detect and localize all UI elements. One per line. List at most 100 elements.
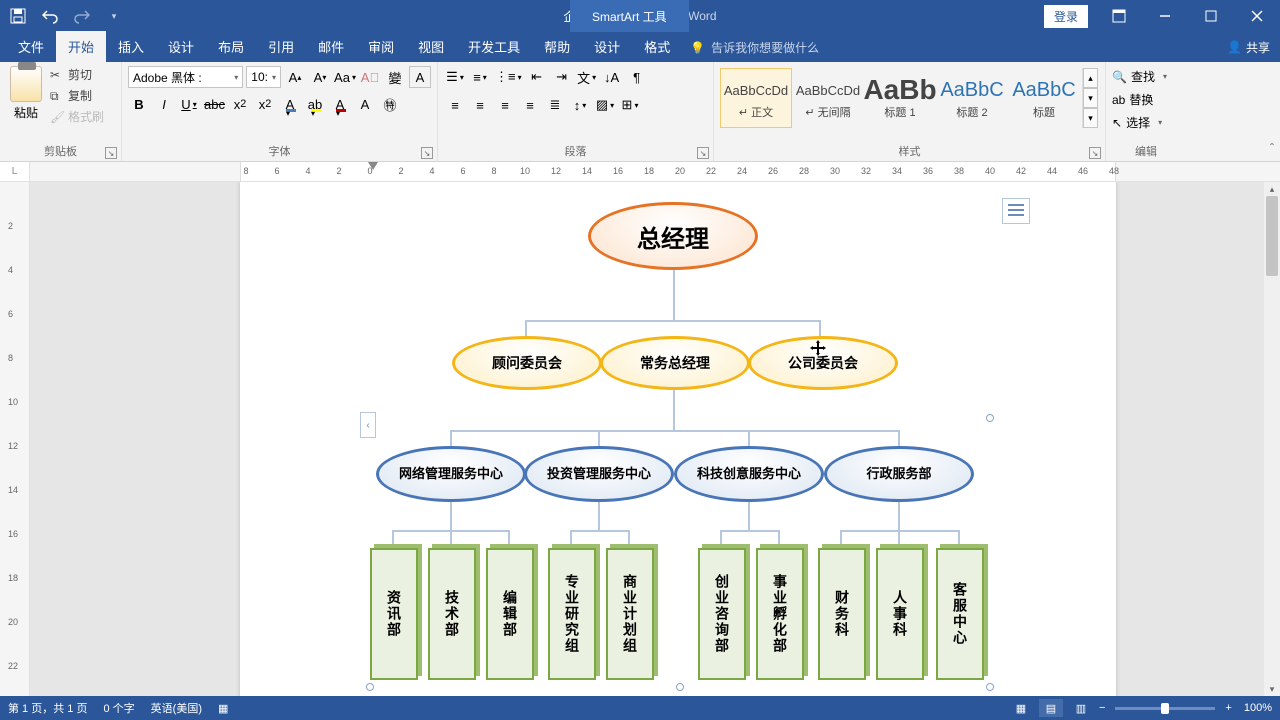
- macro-indicator[interactable]: ▦: [218, 702, 228, 715]
- shading-button[interactable]: ▨: [594, 94, 616, 116]
- font-launcher[interactable]: ↘: [421, 147, 433, 159]
- horizontal-ruler[interactable]: L 86420246810121416182022242628303234363…: [0, 162, 1280, 182]
- grow-font-button[interactable]: A▴: [284, 66, 306, 88]
- zoom-level[interactable]: 100%: [1244, 702, 1272, 714]
- font-color-button[interactable]: A: [329, 93, 351, 115]
- tab-developer[interactable]: 开发工具: [456, 31, 532, 62]
- print-layout-button[interactable]: ▤: [1039, 699, 1063, 717]
- tab-mailings[interactable]: 邮件: [306, 31, 356, 62]
- find-button[interactable]: 🔍查找▾: [1112, 68, 1180, 85]
- selection-handle[interactable]: [366, 683, 374, 691]
- language-indicator[interactable]: 英语(美国): [151, 700, 202, 716]
- bold-button[interactable]: B: [128, 93, 150, 115]
- strikethrough-button[interactable]: abc: [203, 93, 226, 115]
- underline-button[interactable]: U: [178, 93, 200, 115]
- align-left-button[interactable]: ≡: [444, 94, 466, 116]
- org-node-leaf[interactable]: 技术部: [428, 548, 476, 680]
- tell-me-search[interactable]: 💡 告诉我你想要做什么: [690, 39, 819, 62]
- tab-design[interactable]: 设计: [156, 31, 206, 62]
- shrink-font-button[interactable]: A▾: [309, 66, 331, 88]
- show-marks-button[interactable]: ¶: [626, 66, 648, 88]
- org-node[interactable]: 常务总经理: [600, 336, 750, 390]
- tab-smartart-format[interactable]: 格式: [632, 31, 682, 62]
- save-button[interactable]: [8, 6, 28, 26]
- font-size-combo[interactable]: 10:▾: [246, 66, 281, 88]
- distributed-button[interactable]: ≣: [544, 94, 566, 116]
- word-count[interactable]: 0 个字: [103, 700, 134, 716]
- org-node-leaf[interactable]: 资讯部: [370, 548, 418, 680]
- vertical-ruler[interactable]: 246810121416182022: [0, 182, 30, 696]
- copy-button[interactable]: ⧉复制: [50, 87, 104, 104]
- org-node[interactable]: 网络管理服务中心: [376, 446, 526, 502]
- tab-help[interactable]: 帮助: [532, 31, 582, 62]
- org-node-leaf[interactable]: 事业孵化部: [756, 548, 804, 680]
- org-node-leaf[interactable]: 编辑部: [486, 548, 534, 680]
- maximize-button[interactable]: [1188, 0, 1234, 32]
- zoom-slider[interactable]: [1115, 707, 1215, 710]
- tab-view[interactable]: 视图: [406, 31, 456, 62]
- char-border-button[interactable]: A: [409, 66, 431, 88]
- char-shading-button[interactable]: A: [354, 93, 376, 115]
- style-item[interactable]: AaBbCcDd↵ 无间隔: [792, 68, 864, 128]
- share-button[interactable]: 👤 共享: [1227, 32, 1270, 62]
- gallery-up[interactable]: ▴: [1083, 68, 1098, 88]
- replace-button[interactable]: ab替换: [1112, 91, 1180, 108]
- justify-button[interactable]: ≡: [519, 94, 541, 116]
- tab-selector[interactable]: L: [0, 162, 30, 181]
- paragraph-launcher[interactable]: ↘: [697, 147, 709, 159]
- org-node-leaf[interactable]: 商业计划组: [606, 548, 654, 680]
- vertical-scrollbar[interactable]: ▴ ▾: [1264, 182, 1280, 696]
- zoom-in-button[interactable]: +: [1225, 702, 1231, 714]
- superscript-button[interactable]: x2: [254, 93, 276, 115]
- qat-customize[interactable]: ▾: [104, 6, 124, 26]
- change-case-button[interactable]: Aa: [334, 66, 356, 88]
- minimize-button[interactable]: [1142, 0, 1188, 32]
- selection-handle[interactable]: [986, 683, 994, 691]
- paste-button[interactable]: 粘贴: [6, 66, 46, 125]
- line-spacing-button[interactable]: ↕: [569, 94, 591, 116]
- style-item[interactable]: AaBbC标题 2: [936, 68, 1008, 128]
- text-effects-button[interactable]: A: [279, 93, 301, 115]
- clear-format-button[interactable]: A⃠: [359, 66, 381, 88]
- web-layout-button[interactable]: ▥: [1069, 699, 1093, 717]
- subscript-button[interactable]: x2: [229, 93, 251, 115]
- bullets-button[interactable]: ☰: [444, 66, 466, 88]
- numbering-button[interactable]: ≡: [469, 66, 491, 88]
- ribbon-display-options[interactable]: [1096, 0, 1142, 32]
- scroll-thumb[interactable]: [1266, 196, 1278, 276]
- read-mode-button[interactable]: ▦: [1009, 699, 1033, 717]
- cut-button[interactable]: ✂剪切: [50, 66, 104, 83]
- tab-layout[interactable]: 布局: [206, 31, 256, 62]
- org-node-leaf[interactable]: 人事科: [876, 548, 924, 680]
- page[interactable]: ‹: [240, 182, 1116, 696]
- org-node[interactable]: 顾问委员会: [452, 336, 602, 390]
- gallery-more[interactable]: ▾: [1083, 108, 1098, 128]
- org-node[interactable]: 投资管理服务中心: [524, 446, 674, 502]
- phonetic-guide-button[interactable]: 變: [384, 66, 406, 88]
- org-node[interactable]: 科技创意服务中心: [674, 446, 824, 502]
- zoom-out-button[interactable]: −: [1099, 702, 1105, 714]
- increase-indent-button[interactable]: ⇥: [551, 66, 573, 88]
- org-node-leaf[interactable]: 专业研究组: [548, 548, 596, 680]
- format-painter-button[interactable]: 🖌格式刷: [50, 108, 104, 125]
- align-right-button[interactable]: ≡: [494, 94, 516, 116]
- style-item[interactable]: AaBbC标题: [1008, 68, 1080, 128]
- clipboard-launcher[interactable]: ↘: [105, 147, 117, 159]
- login-button[interactable]: 登录: [1044, 5, 1088, 28]
- page-indicator[interactable]: 第 1 页，共 1 页: [8, 700, 87, 716]
- enclose-char-button[interactable]: ㊕: [379, 93, 401, 115]
- tab-review[interactable]: 审阅: [356, 31, 406, 62]
- tab-insert[interactable]: 插入: [106, 31, 156, 62]
- italic-button[interactable]: I: [153, 93, 175, 115]
- tab-home[interactable]: 开始: [56, 31, 106, 62]
- scroll-up-button[interactable]: ▴: [1264, 182, 1280, 196]
- collapse-ribbon-button[interactable]: ˆ: [1270, 141, 1274, 155]
- style-item[interactable]: AaBbCcDd↵ 正文: [720, 68, 792, 128]
- style-item[interactable]: AaBb标题 1: [864, 68, 936, 128]
- selection-handle[interactable]: [986, 414, 994, 422]
- borders-button[interactable]: ⊞: [619, 94, 641, 116]
- smartart-object[interactable]: ‹: [370, 192, 990, 687]
- org-node[interactable]: 行政服务部: [824, 446, 974, 502]
- selection-handle[interactable]: [676, 683, 684, 691]
- redo-button[interactable]: [72, 6, 92, 26]
